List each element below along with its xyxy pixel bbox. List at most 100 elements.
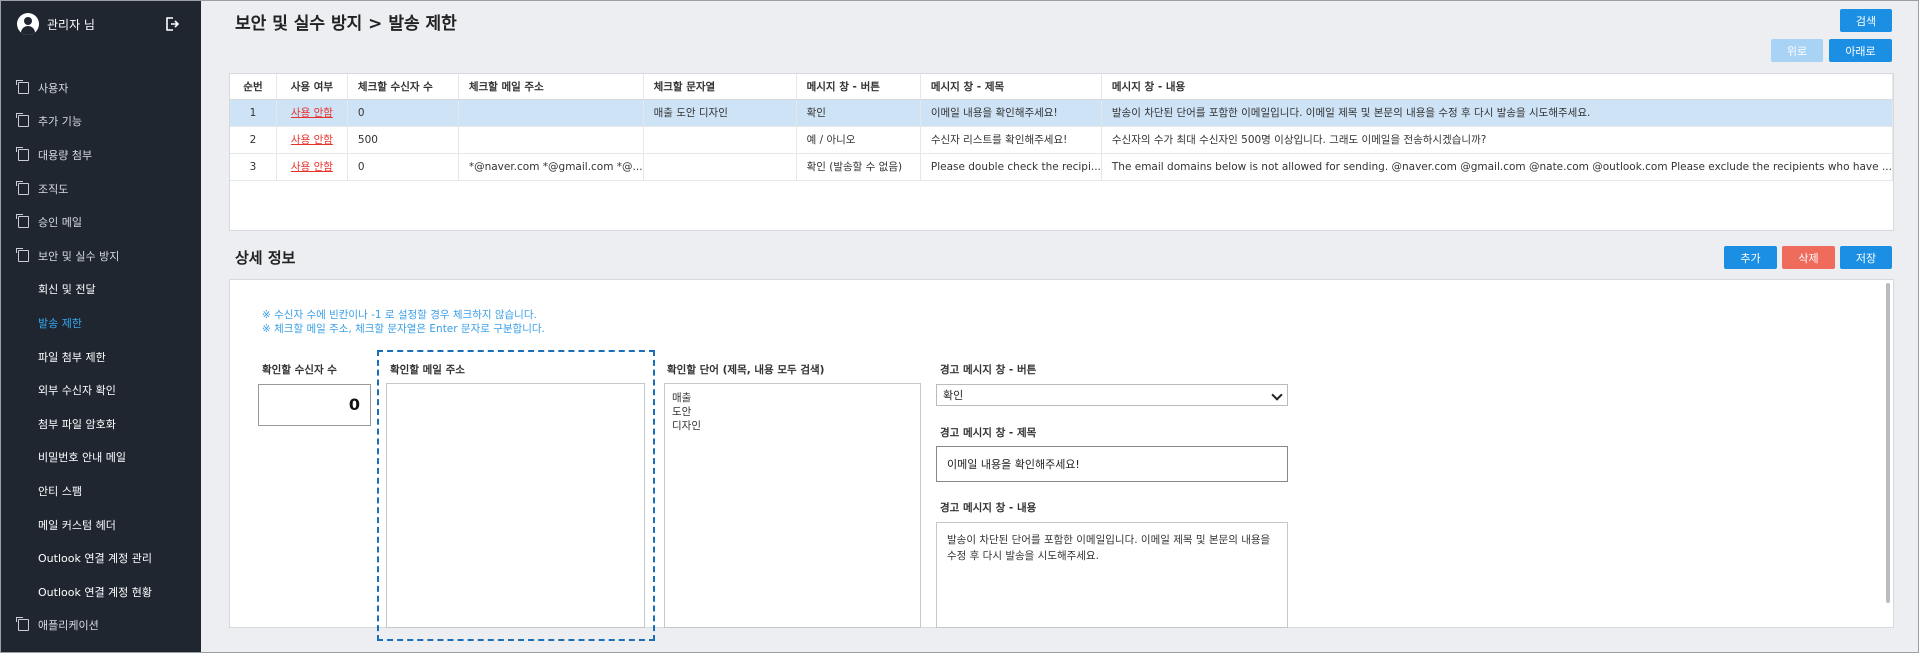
column-header[interactable]: 순번 bbox=[230, 74, 277, 100]
table-cell: Please double check the recipi... bbox=[920, 153, 1102, 181]
table-cell: 이메일 내용을 확인해주세요! bbox=[920, 99, 1102, 127]
sidebar-item[interactable]: 외부 수신자 확인 bbox=[1, 373, 201, 407]
sidebar-item[interactable]: 회신 및 전달 bbox=[1, 273, 201, 307]
rules-table: 순번 사용 여부 체크할 수신자 수 체크할 메일 주소 체크할 문자열 메시지 창 - … bbox=[230, 74, 1894, 181]
detail-section-title: 상세 정보 bbox=[235, 249, 296, 267]
table-cell: 매출 도안 디자인 bbox=[643, 99, 797, 127]
column-header[interactable]: 메시지 창 - 버튼 bbox=[796, 74, 921, 100]
msg-content-value: 발송이 차단된 단어를 포함한 이메일입니다. 이메일 제목 및 본문의 내용을… bbox=[947, 534, 1271, 562]
usage-toggle-link[interactable]: 사용 안함 bbox=[291, 134, 333, 146]
column-header[interactable]: 사용 여부 bbox=[276, 74, 348, 100]
sidebar-item[interactable]: 승인 메일 bbox=[1, 205, 201, 239]
usage-toggle-link[interactable]: 사용 안함 bbox=[291, 161, 333, 173]
save-button[interactable]: 저장 bbox=[1840, 246, 1892, 269]
add-button[interactable]: 추가 bbox=[1724, 246, 1777, 269]
sidebar-item[interactable]: Outlook 연결 계정 관리 bbox=[1, 541, 201, 575]
sidebar-item[interactable]: 대용량 첨부 bbox=[1, 138, 201, 172]
msg-content-textarea[interactable]: 발송이 차단된 단어를 포함한 이메일입니다. 이메일 제목 및 본문의 내용을… bbox=[936, 522, 1288, 628]
sidebar-item[interactable]: 보안 및 실수 방지 bbox=[1, 239, 201, 273]
table-cell: 확인 bbox=[796, 99, 921, 127]
column-header[interactable]: 체크할 메일 주소 bbox=[458, 74, 644, 100]
user-name: 관리자 님 bbox=[47, 17, 95, 32]
table-row[interactable]: 3 사용 안함 0 *@naver.com *@gmail.com *@... 확인 (… bbox=[230, 153, 1894, 181]
word-line: 매출 bbox=[672, 392, 692, 404]
table-row[interactable]: 2 사용 안함 500 예 / 아니오 수신자 리스트를 확인해주세요! 수신자의 수가 … bbox=[230, 126, 1894, 154]
sidebar-item-label: 조직도 bbox=[38, 182, 69, 196]
table-cell: 수신자 리스트를 확인해주세요! bbox=[920, 126, 1102, 154]
table-cell: 2 bbox=[230, 126, 277, 154]
folder-icon bbox=[16, 214, 29, 229]
logout-icon[interactable] bbox=[165, 17, 179, 31]
word-line: 디자인 bbox=[672, 420, 701, 432]
note-recipient: ※ 수신자 수에 빈칸이나 -1 로 설정할 경우 체크하지 않습니다. bbox=[262, 309, 537, 321]
table-cell bbox=[643, 126, 797, 154]
avatar-icon bbox=[17, 13, 39, 35]
email-label: 확인할 메일 주소 bbox=[390, 364, 465, 376]
sidebar-menu: 사용자추가 기능대용량 첨부조직도승인 메일보안 및 실수 방지회신 및 전달발… bbox=[1, 71, 201, 642]
table-cell: 3 bbox=[230, 153, 277, 181]
delete-button[interactable]: 삭제 bbox=[1782, 246, 1835, 269]
sidebar-item-label: 비밀번호 안내 메일 bbox=[38, 451, 126, 465]
sidebar-item[interactable]: 애플리케이션 bbox=[1, 609, 201, 643]
column-header[interactable]: 체크할 문자열 bbox=[643, 74, 797, 100]
sidebar-item[interactable]: 비밀번호 안내 메일 bbox=[1, 441, 201, 475]
msg-title-label: 경고 메시지 창 - 제목 bbox=[940, 427, 1037, 439]
sidebar-item[interactable]: 조직도 bbox=[1, 172, 201, 206]
restriction-table: 순번 사용 여부 체크할 수신자 수 체크할 메일 주소 체크할 문자열 메시지 창 - … bbox=[229, 73, 1894, 231]
sidebar-item-label: Outlook 연결 계정 현황 bbox=[38, 585, 153, 599]
sidebar: 관리자 님 사용자추가 기능대용량 첨부조직도승인 메일보안 및 실수 방지회신… bbox=[1, 1, 201, 652]
sidebar-item[interactable]: 추가 기능 bbox=[1, 105, 201, 139]
table-cell: 수신자의 수가 최대 수신자인 500명 이상입니다. 그래도 이메일을 전송하… bbox=[1101, 126, 1894, 154]
button-type-value: 확인 bbox=[943, 389, 964, 402]
word-line: 도안 bbox=[672, 406, 692, 418]
sidebar-item-label: 사용자 bbox=[38, 81, 69, 95]
sidebar-item-label: 대용량 첨부 bbox=[38, 148, 93, 162]
move-up-button[interactable]: 위로 bbox=[1771, 39, 1823, 62]
folder-icon bbox=[16, 79, 29, 94]
sidebar-item[interactable]: Outlook 연결 계정 현황 bbox=[1, 575, 201, 609]
sidebar-item-label: 파일 첨부 제한 bbox=[38, 350, 106, 364]
sidebar-item-label: 발송 제한 bbox=[38, 316, 82, 330]
table-cell: 발송이 차단된 단어를 포함한 이메일입니다. 이메일 제목 및 본문의 내용을… bbox=[1101, 99, 1894, 127]
sidebar-item-label: 외부 수신자 확인 bbox=[38, 384, 116, 398]
recipient-count-input[interactable]: 0 bbox=[258, 384, 371, 426]
table-cell: 500 bbox=[347, 126, 459, 154]
page-title: 보안 및 실수 방지 > 발송 제한 bbox=[235, 14, 457, 34]
button-type-label: 경고 메시지 창 - 버튼 bbox=[940, 364, 1037, 376]
email-textarea[interactable] bbox=[386, 383, 645, 628]
table-row[interactable]: 1 사용 안함 0 매출 도안 디자인 확인 이메일 내용을 확인해주세요! 발송이 차단된… bbox=[230, 99, 1894, 127]
search-button[interactable]: 검색 bbox=[1840, 9, 1892, 32]
column-header[interactable]: 메시지 창 - 내용 bbox=[1101, 74, 1894, 100]
chevron-down-icon bbox=[1271, 389, 1283, 401]
sidebar-item[interactable]: 발송 제한 bbox=[1, 306, 201, 340]
recipient-count-label: 확인할 수신자 수 bbox=[262, 364, 337, 376]
table-cell: 0 bbox=[347, 153, 459, 181]
table-cell: 예 / 아니오 bbox=[796, 126, 921, 154]
column-header[interactable]: 메시지 창 - 제목 bbox=[920, 74, 1102, 100]
table-cell bbox=[458, 99, 644, 127]
move-down-button[interactable]: 아래로 bbox=[1829, 39, 1892, 62]
folder-icon bbox=[16, 617, 29, 632]
sidebar-item[interactable]: 안티 스팸 bbox=[1, 474, 201, 508]
sidebar-item[interactable]: 메일 커스텀 헤더 bbox=[1, 508, 201, 542]
sidebar-item-label: 회신 및 전달 bbox=[38, 283, 96, 297]
sidebar-item-label: 첨부 파일 암호화 bbox=[38, 417, 116, 431]
msg-title-input[interactable]: 이메일 내용을 확인해주세요! bbox=[936, 446, 1288, 482]
detail-scrollbar[interactable] bbox=[1886, 283, 1890, 603]
table-cell: 0 bbox=[347, 99, 459, 127]
msg-title-value: 이메일 내용을 확인해주세요! bbox=[947, 458, 1080, 471]
sidebar-item[interactable]: 사용자 bbox=[1, 71, 201, 105]
usage-toggle-link[interactable]: 사용 안함 bbox=[291, 107, 333, 119]
sidebar-item-label: 승인 메일 bbox=[38, 216, 82, 230]
sidebar-item[interactable]: 첨부 파일 암호화 bbox=[1, 407, 201, 441]
table-cell bbox=[643, 153, 797, 181]
recipient-count-value: 0 bbox=[348, 395, 360, 414]
table-cell bbox=[458, 126, 644, 154]
words-textarea[interactable]: 매출 도안 디자인 bbox=[664, 383, 921, 628]
table-cell: 1 bbox=[230, 99, 277, 127]
column-header[interactable]: 체크할 수신자 수 bbox=[347, 74, 459, 100]
sidebar-item-label: 추가 기능 bbox=[38, 115, 82, 129]
sidebar-item[interactable]: 파일 첨부 제한 bbox=[1, 340, 201, 374]
folder-icon bbox=[16, 180, 29, 195]
button-type-select[interactable]: 확인 bbox=[936, 384, 1288, 406]
